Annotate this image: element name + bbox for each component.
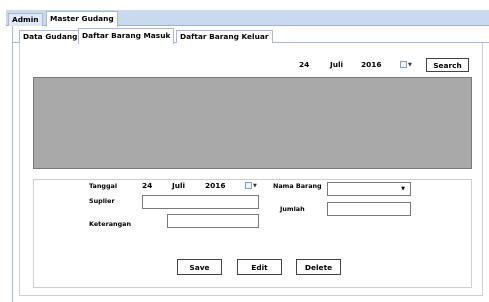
save-button[interactable]: Save <box>177 259 222 275</box>
jumlah-input[interactable] <box>327 202 411 216</box>
barang-masuk-grid[interactable] <box>33 77 472 169</box>
suplier-input[interactable] <box>142 195 259 209</box>
suplier-label: Suplier <box>89 197 115 205</box>
calendar-icon <box>245 182 252 189</box>
tanggal-date-picker[interactable]: 24 Juli 2016 ▼ <box>142 179 260 192</box>
tanggal-month: Juli <box>172 181 186 190</box>
tab-daftar-barang-masuk[interactable]: Daftar Barang Masuk <box>78 28 175 44</box>
tab-admin[interactable]: Admin <box>8 13 43 26</box>
calendar-icon <box>400 61 407 68</box>
search-date-month: Juli <box>330 60 344 69</box>
chevron-down-icon: ▼ <box>253 182 257 189</box>
nama-barang-select[interactable]: ▼ <box>327 182 411 196</box>
keterangan-label: Keterangan <box>89 220 132 228</box>
calendar-dropdown-button[interactable]: ▼ <box>400 60 414 69</box>
tanggal-calendar-button[interactable]: ▼ <box>245 181 259 190</box>
search-date-day: 24 <box>299 60 310 69</box>
keterangan-input[interactable] <box>167 214 259 228</box>
tab-daftar-barang-keluar[interactable]: Daftar Barang Keluar <box>176 30 273 43</box>
edit-button[interactable]: Edit <box>237 259 282 275</box>
tanggal-label: Tanggal <box>89 182 118 190</box>
nama-barang-label: Nama Barang <box>273 182 322 190</box>
tanggal-day: 24 <box>142 181 153 190</box>
tab-data-gudang[interactable]: Data Gudang <box>19 30 82 43</box>
tab-master-gudang[interactable]: Master Gudang <box>46 11 118 27</box>
search-button[interactable]: Search <box>426 58 469 72</box>
delete-button[interactable]: Delete <box>296 259 341 275</box>
chevron-down-icon: ▼ <box>401 186 405 192</box>
jumlah-label: Jumlah <box>280 205 305 213</box>
chevron-down-icon: ▼ <box>408 61 412 68</box>
search-date-picker[interactable]: 24 Juli 2016 ▼ <box>299 58 419 71</box>
search-date-year: 2016 <box>361 60 382 69</box>
tanggal-year: 2016 <box>205 181 226 190</box>
